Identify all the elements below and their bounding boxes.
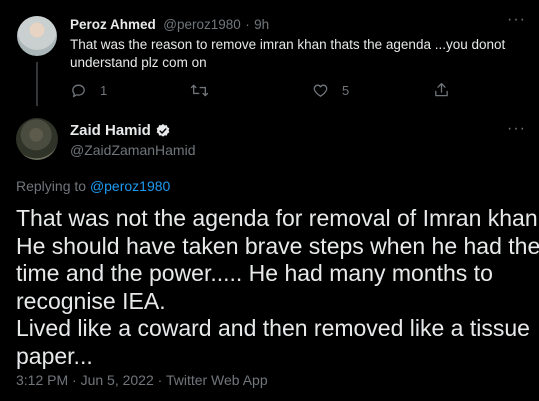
- reply-text-line-2: understand plz com on: [70, 55, 207, 70]
- main-text-line-1: That was not the agenda for removal of I…: [16, 205, 539, 231]
- reply-action-retweet[interactable]: [190, 82, 222, 99]
- reply-action-like[interactable]: 5: [312, 82, 349, 99]
- comment-icon: [70, 82, 87, 99]
- reply-count: 1: [100, 83, 108, 98]
- heart-icon: [312, 82, 329, 99]
- main-text-line-3: time and the power..... He had many mont…: [16, 260, 493, 286]
- main-text-line-2: He should have taken brave steps when he…: [16, 232, 539, 259]
- main-tweet-meta[interactable]: 3:12 PM · Jun 5, 2022 · Twitter Web App: [16, 372, 268, 388]
- reply-action-share[interactable]: [433, 81, 450, 99]
- reply-author-name[interactable]: Peroz Ahmed: [70, 17, 156, 32]
- reply-time-separator: ·: [245, 17, 250, 32]
- zaid-hamid-avatar[interactable]: [16, 118, 58, 160]
- reply-time[interactable]: 9h: [254, 17, 269, 32]
- main-author-name-row: Zaid Hamid: [70, 122, 171, 139]
- main-text-line-5: Lived like a coward and then removed lik…: [16, 315, 530, 341]
- main-more-options-button[interactable]: ···: [507, 120, 526, 138]
- main-author-name[interactable]: Zaid Hamid: [70, 122, 151, 139]
- more-icon: ···: [507, 11, 526, 28]
- verified-badge-icon: [155, 123, 171, 139]
- main-tweet-text: That was not the agenda for removal of I…: [16, 205, 539, 370]
- reply-tweet-text: That was the reason to remove imran khan…: [70, 36, 505, 72]
- replying-to-handle-link[interactable]: @peroz1980: [90, 178, 170, 194]
- reply-action-reply[interactable]: 1: [70, 82, 107, 99]
- main-author-handle[interactable]: @ZaidZamanHamid: [70, 142, 195, 158]
- like-count: 5: [342, 83, 350, 98]
- reply-text-line-1: That was the reason to remove imran khan…: [70, 37, 506, 52]
- more-icon: ···: [507, 120, 526, 137]
- main-text-line-6: paper...: [16, 342, 93, 369]
- peroz-ahmed-avatar[interactable]: [17, 16, 57, 56]
- thread-connector-line: [36, 62, 38, 106]
- reply-tweet-header: Peroz Ahmed @peroz1980 · 9h: [70, 16, 269, 34]
- main-text-line-4: recognise IEA.: [16, 287, 166, 314]
- replying-to-label: Replying to: [16, 178, 90, 194]
- reply-more-options-button[interactable]: ···: [507, 11, 526, 29]
- share-icon: [433, 81, 450, 99]
- replying-to-line: Replying to @peroz1980: [16, 178, 170, 194]
- reply-author-handle[interactable]: @peroz1980: [163, 17, 241, 32]
- retweet-icon: [190, 82, 209, 99]
